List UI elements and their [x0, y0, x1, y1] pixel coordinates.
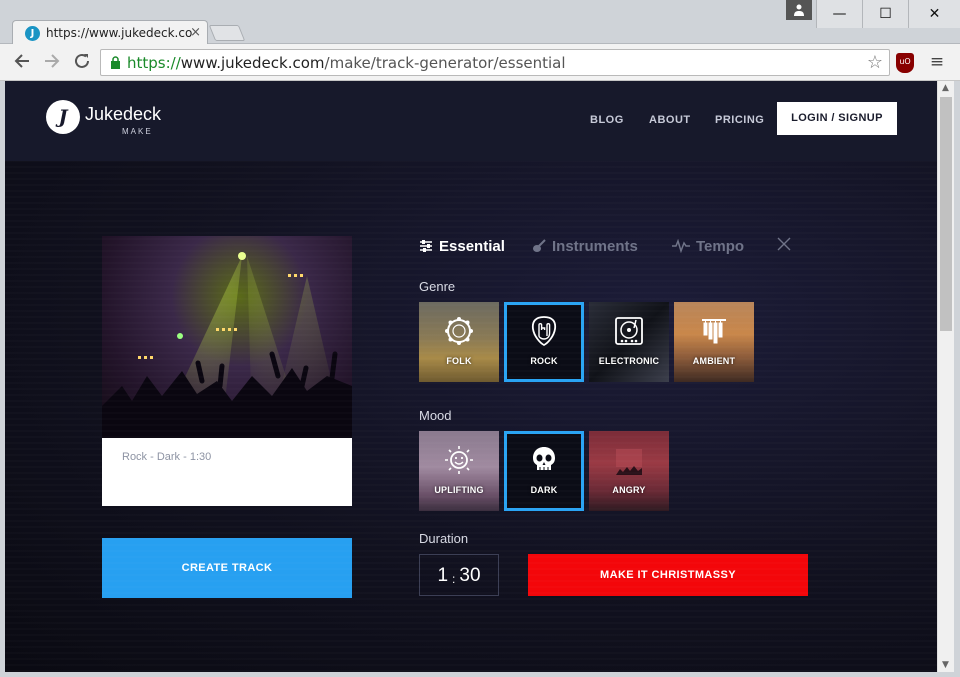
duration-input[interactable]: 1:30 — [419, 554, 499, 596]
new-tab-button[interactable] — [208, 25, 246, 41]
nav-blog-link[interactable]: BLOG — [590, 114, 624, 126]
make-it-christmassy-button[interactable]: MAKE IT CHRISTMASSY — [528, 554, 808, 596]
mood-tile-uplifting[interactable]: UPLIFTING — [419, 431, 499, 511]
window-frame-bottom — [0, 672, 960, 677]
page-viewport: J Jukedeck MAKE BLOG ABOUT PRICING LOGIN… — [5, 81, 937, 672]
tile-label: FOLK — [446, 356, 472, 366]
page-scrollbar[interactable]: ▲ ▼ — [937, 81, 954, 672]
login-signup-button[interactable]: LOGIN / SIGNUP — [777, 102, 897, 135]
browser-titlebar: J https://www.jukedeck.com × — ☐ ✕ — [0, 0, 960, 45]
tambourine-icon — [445, 317, 473, 345]
tile-label: ELECTRONIC — [598, 356, 660, 366]
scroll-up-icon[interactable]: ▲ — [942, 83, 949, 93]
jukedeck-favicon-icon: J — [25, 26, 40, 41]
wind-chime-icon — [702, 319, 726, 344]
mood-tile-angry[interactable]: ANGRY — [589, 431, 669, 511]
genre-tile-electronic[interactable]: ELECTRONIC — [589, 302, 669, 382]
lock-icon — [111, 56, 120, 69]
smiling-sun-icon — [445, 446, 473, 474]
nav-about-link[interactable]: ABOUT — [649, 114, 691, 126]
logo-subtitle: MAKE — [122, 127, 153, 136]
angry-crowd-icon — [616, 449, 642, 475]
browser-toolbar: https://www.jukedeck.com/make/track-gene… — [0, 44, 960, 81]
close-icon[interactable] — [777, 237, 791, 251]
rock-hand-pick-icon — [531, 316, 557, 346]
window-frame-right — [954, 81, 960, 677]
tab-essential[interactable]: Essential — [419, 238, 505, 255]
genre-label: Genre — [419, 279, 456, 294]
tile-label: AMBIENT — [692, 356, 736, 366]
duration-label: Duration — [419, 531, 469, 546]
logo-name[interactable]: Jukedeck — [85, 104, 161, 125]
mood-tile-dark[interactable]: DARK — [504, 431, 584, 511]
skull-icon — [533, 447, 555, 470]
site-header: J Jukedeck MAKE BLOG ABOUT PRICING LOGIN… — [5, 81, 937, 161]
browser-tab[interactable]: J https://www.jukedeck.com × — [12, 20, 208, 45]
guitar-icon — [533, 239, 546, 252]
tile-label: ANGRY — [612, 485, 646, 495]
window-frame-left — [0, 81, 5, 677]
back-arrow-icon[interactable] — [12, 52, 32, 72]
address-bar[interactable]: https://www.jukedeck.com/make/track-gene… — [100, 49, 890, 76]
tile-label: UPLIFTING — [434, 485, 484, 495]
track-caption: Rock - Dark - 1:30 — [122, 451, 212, 463]
window-maximize-button[interactable]: ☐ — [862, 0, 908, 28]
create-track-button[interactable]: CREATE TRACK — [102, 538, 352, 598]
duration-separator: : — [452, 572, 456, 586]
tab-title: https://www.jukedeck.com — [46, 26, 192, 40]
bookmark-star-icon[interactable]: ☆ — [867, 52, 883, 73]
reload-icon[interactable] — [72, 52, 92, 72]
duration-minutes: 1 — [437, 565, 449, 586]
duration-seconds: 30 — [459, 565, 481, 586]
waveform-icon — [672, 238, 690, 254]
browser-menu-icon[interactable]: ≡ — [929, 52, 945, 72]
forward-arrow-icon[interactable] — [42, 52, 62, 72]
genre-tile-folk[interactable]: FOLK — [419, 302, 499, 382]
genre-tile-ambient[interactable]: AMBIENT — [674, 302, 754, 382]
ublock-extension-icon[interactable]: uO — [896, 53, 914, 73]
scrollbar-thumb[interactable] — [940, 97, 952, 331]
url-text: https://www.jukedeck.com/make/track-gene… — [127, 54, 566, 72]
jukedeck-logo-icon[interactable]: J — [46, 100, 80, 134]
mood-label: Mood — [419, 408, 452, 423]
sliders-icon — [420, 240, 432, 252]
turntable-icon — [615, 317, 643, 345]
window-minimize-button[interactable]: — — [816, 0, 862, 28]
track-artwork-image — [102, 236, 352, 438]
tab-instruments[interactable]: Instruments — [532, 238, 638, 255]
genre-tile-rock[interactable]: ROCK — [504, 302, 584, 382]
scroll-down-icon[interactable]: ▼ — [942, 660, 949, 670]
tile-label: DARK — [530, 485, 558, 495]
profile-icon[interactable] — [786, 0, 812, 20]
tab-tempo[interactable]: Tempo — [672, 238, 744, 255]
window-close-button[interactable]: ✕ — [908, 0, 960, 28]
tab-close-icon[interactable]: × — [190, 25, 201, 40]
nav-pricing-link[interactable]: PRICING — [715, 114, 764, 126]
tile-label: ROCK — [530, 356, 558, 366]
track-card: Rock - Dark - 1:30 — [102, 236, 352, 506]
